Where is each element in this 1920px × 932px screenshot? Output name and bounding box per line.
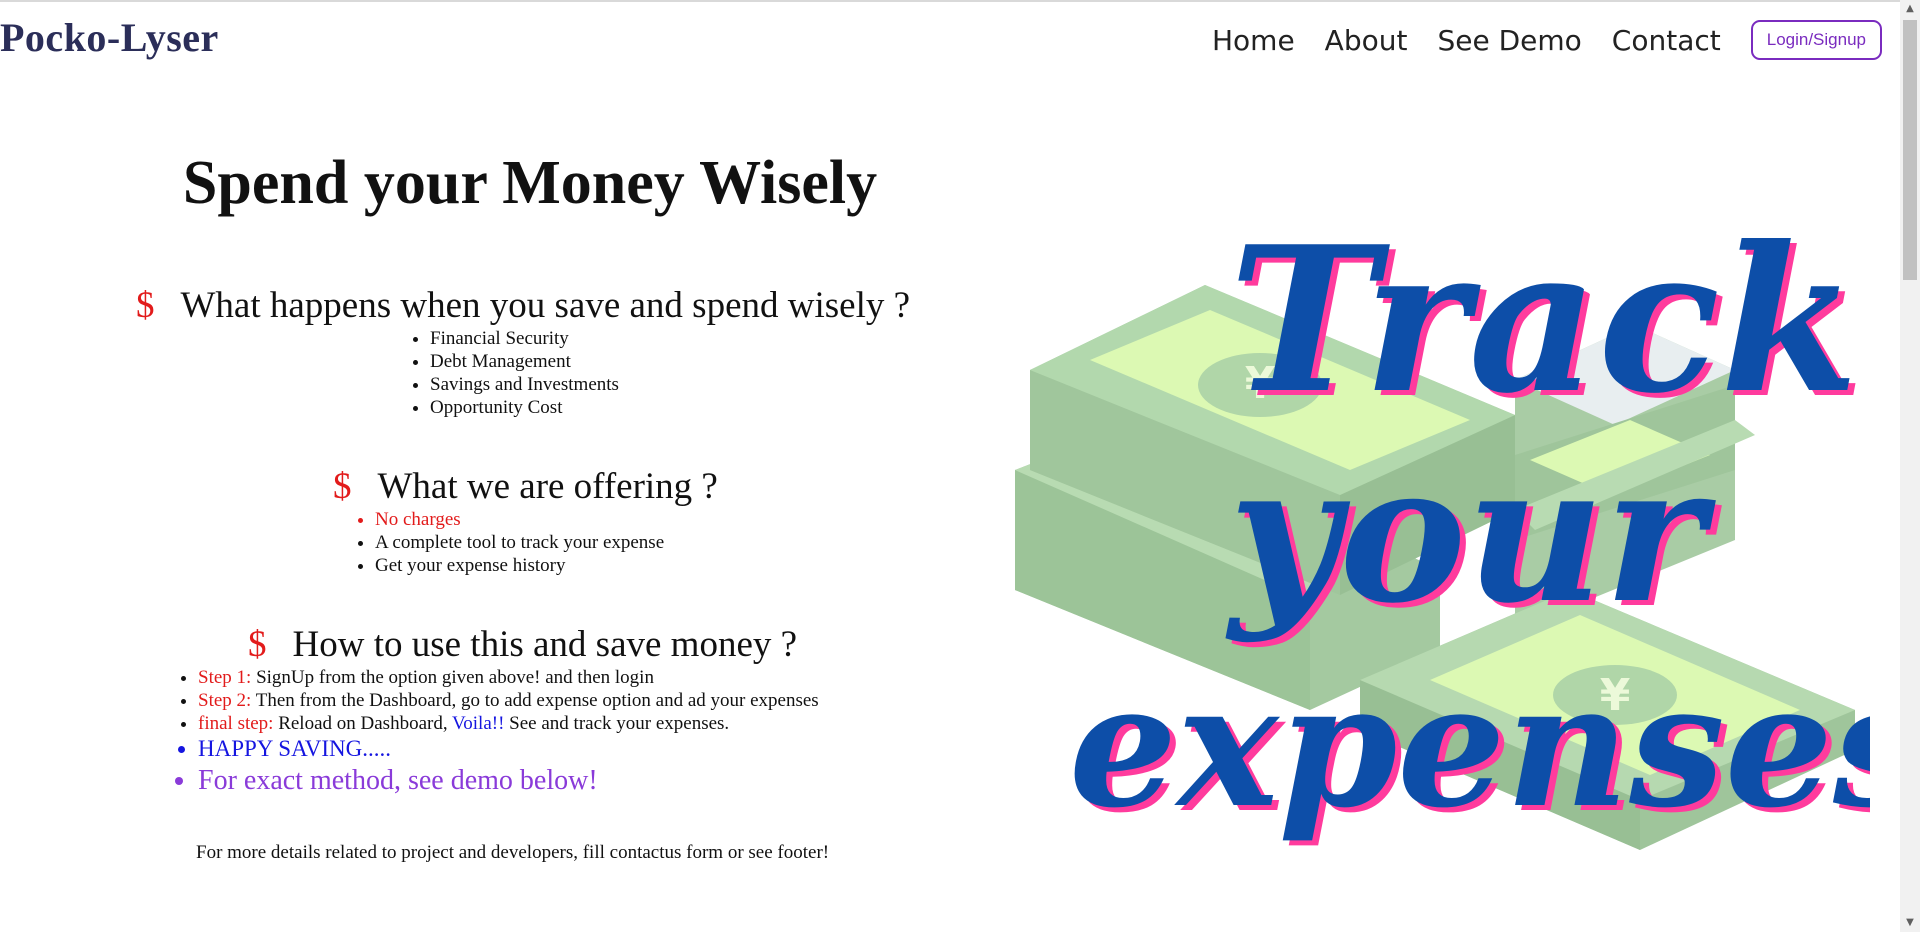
list-item: No charges — [375, 508, 718, 531]
scroll-thumb[interactable] — [1903, 20, 1917, 280]
list-item: Financial Security — [430, 327, 910, 350]
demo-hint-item: For exact method, see demo below! — [198, 763, 819, 799]
window-top-border — [0, 0, 1920, 2]
nav-contact[interactable]: Contact — [1612, 24, 1721, 57]
login-signup-button[interactable]: Login/Signup — [1750, 20, 1882, 60]
heading-text: How to use this and save money ? — [292, 624, 798, 665]
lettering-line-3: expenses — [1069, 646, 1870, 846]
section-heading: $ How to use this and save money ? — [248, 623, 819, 666]
section-offering: $ What we are offering ? No charges A com… — [333, 465, 718, 577]
lettering-line-2: your — [1225, 422, 1716, 645]
happy-saving-item: HAPPY SAVING..... — [198, 735, 819, 763]
step-label: final step: — [198, 713, 274, 734]
section-heading: $ What happens when you save and spend wi… — [136, 284, 910, 327]
dollar-icon: $ — [136, 285, 155, 326]
step-text: Reload on Dashboard, — [273, 713, 452, 734]
nav-home[interactable]: Home — [1212, 24, 1295, 57]
step-item: final step: Reload on Dashboard, Voila!!… — [198, 712, 819, 735]
nav-about[interactable]: About — [1325, 24, 1408, 57]
page-title: Spend your Money Wisely — [182, 149, 878, 217]
step-label: Step 2: — [198, 690, 252, 711]
step-label: Step 1: — [198, 667, 252, 688]
dollar-icon: $ — [333, 466, 352, 507]
benefits-list: Financial Security Debt Management Savin… — [408, 327, 910, 419]
heading-text: What happens when you save and spend wis… — [180, 285, 911, 326]
list-item: Debt Management — [430, 350, 910, 373]
lettering-line-1: Track — [1229, 210, 1859, 438]
step-text: SignUp from the option given above! and … — [251, 667, 654, 688]
scroll-down-arrow-icon[interactable]: ▼ — [1900, 914, 1920, 932]
scroll-up-arrow-icon[interactable]: ▲ — [1900, 0, 1920, 18]
step-item: Step 2: Then from the Dashboard, go to a… — [198, 689, 819, 712]
list-item: A complete tool to track your expense — [375, 531, 718, 554]
nav-see-demo[interactable]: See Demo — [1437, 24, 1581, 57]
page-scrollbar[interactable]: ▲ ▼ — [1900, 0, 1920, 932]
section-how-to-use: $ How to use this and save money ? Step 1… — [176, 623, 819, 799]
dollar-icon: $ — [248, 624, 267, 665]
section-save-wisely: $ What happens when you save and spend wi… — [136, 284, 910, 419]
step-text-tail: See and track your expenses. — [504, 713, 730, 734]
voila-highlight: Voila!! — [452, 713, 505, 734]
step-text: Then from the Dashboard, go to add expen… — [251, 690, 819, 711]
step-item: Step 1: SignUp from the option given abo… — [198, 666, 819, 689]
footer-note: For more details related to project and … — [196, 842, 830, 863]
section-heading: $ What we are offering ? — [333, 465, 718, 508]
brand-logo[interactable]: Pocko-Lyser — [0, 14, 219, 61]
list-item: Get your expense history — [375, 554, 718, 577]
offering-list: No charges A complete tool to track your… — [353, 508, 718, 577]
heading-text: What we are offering ? — [377, 466, 718, 507]
list-item: Opportunity Cost — [430, 396, 910, 419]
money-stack-illustration: ¥ ¥ Track Track your your expenses expen… — [1015, 210, 1870, 851]
steps-list: Step 1: SignUp from the option given abo… — [176, 666, 819, 799]
list-item: Savings and Investments — [430, 373, 910, 396]
main-nav: Home About See Demo Contact Login/Signup — [1212, 20, 1882, 60]
